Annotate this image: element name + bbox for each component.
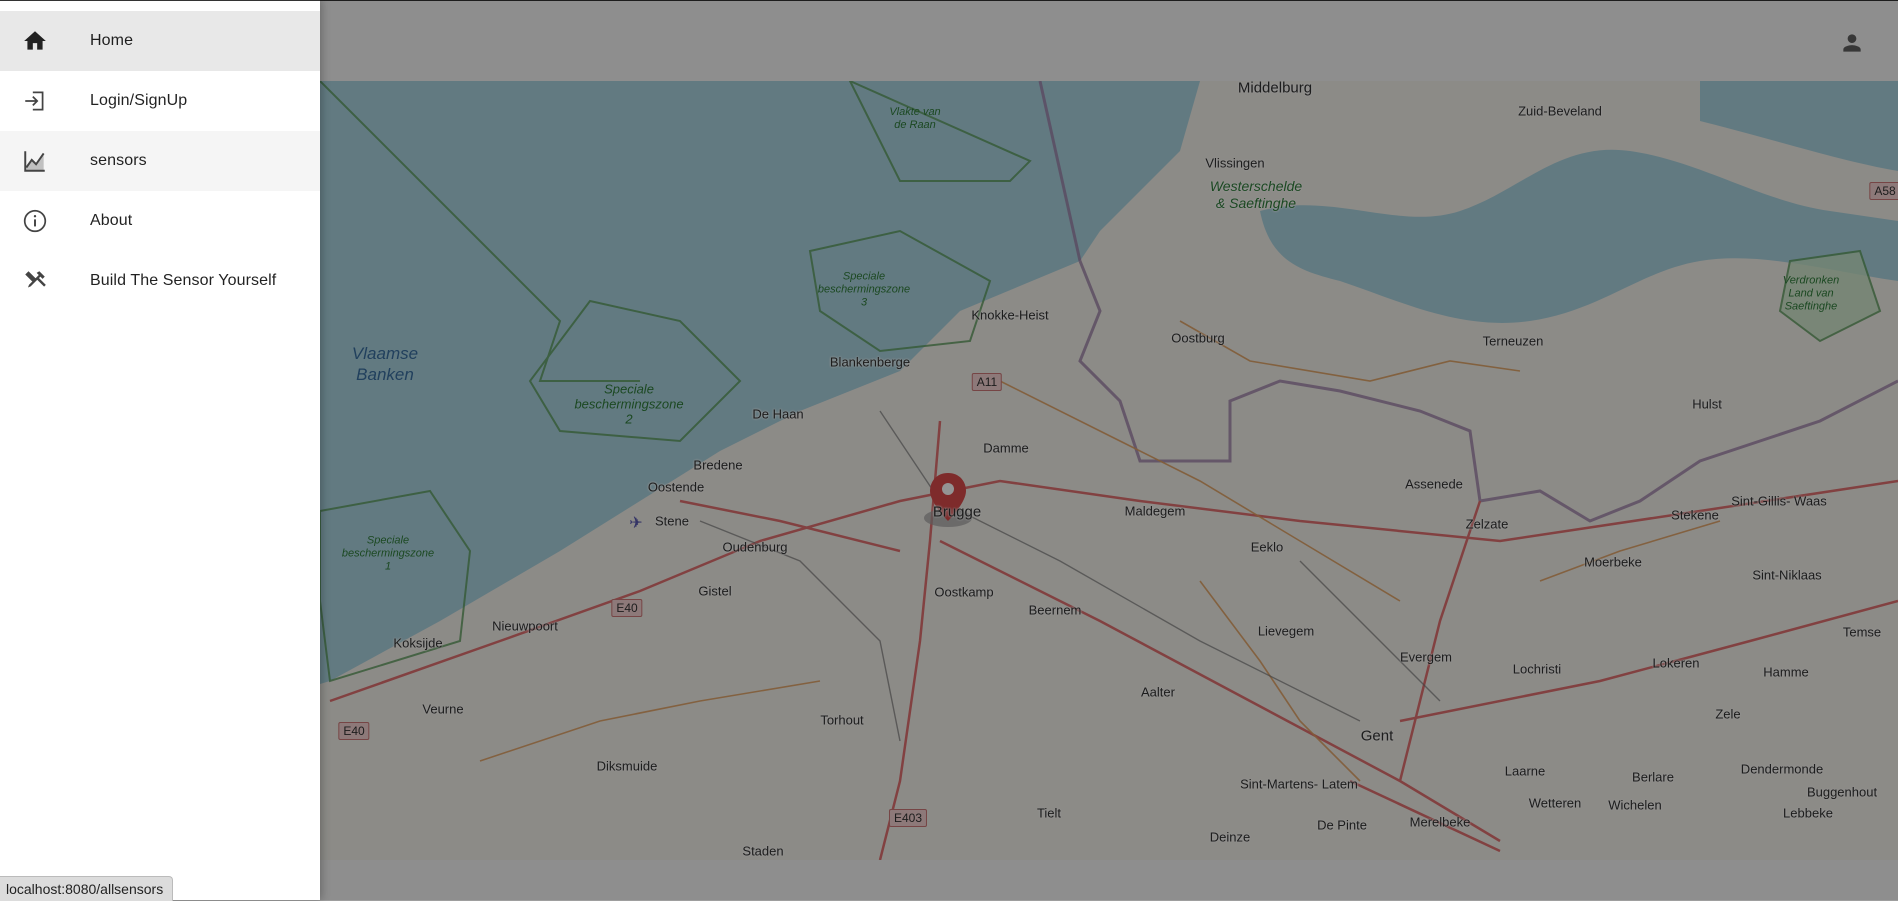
nav-item-label: sensors xyxy=(90,152,147,169)
nav-drawer: Home Login/SignUp sensors About Build Th… xyxy=(0,0,320,900)
tools-icon xyxy=(25,271,46,288)
nav-item-label: About xyxy=(90,212,133,229)
nav-item-label: Build The Sensor Yourself xyxy=(90,272,277,289)
nav-item-home[interactable]: Home xyxy=(0,11,320,71)
nav-item-build-sensor[interactable]: Build The Sensor Yourself xyxy=(0,251,320,311)
status-bar-url: localhost:8080/allsensors xyxy=(0,876,174,901)
chart-icon xyxy=(24,151,45,172)
nav-item-about[interactable]: About xyxy=(0,191,320,251)
nav-item-sensors[interactable]: sensors xyxy=(0,131,320,191)
nav-item-login[interactable]: Login/SignUp xyxy=(0,71,320,131)
drawer-top-edge xyxy=(0,0,320,11)
login-icon xyxy=(25,91,44,111)
info-icon xyxy=(23,209,47,233)
nav-item-label: Home xyxy=(90,32,134,49)
nav-item-label: Login/SignUp xyxy=(90,92,188,109)
home-icon xyxy=(24,31,46,50)
